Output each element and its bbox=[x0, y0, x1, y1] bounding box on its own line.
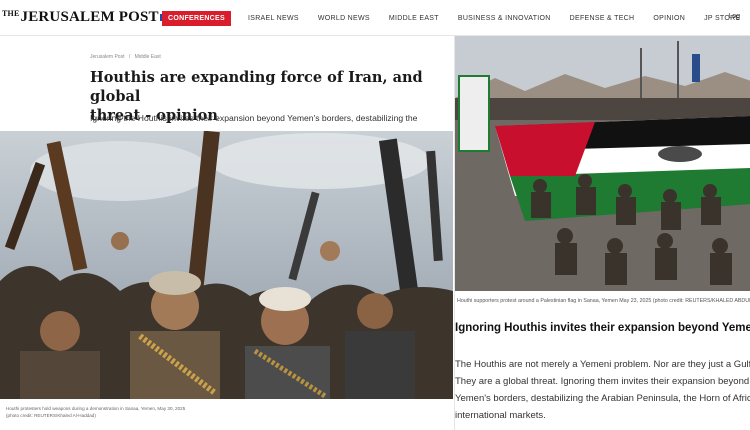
caption-line-2: (photo credit: REUTERS/Khaled Al-Haddad) bbox=[6, 413, 96, 418]
headline-line-1: Houthis are expanding force of Iran, and… bbox=[90, 69, 423, 105]
body-line-2: They are a global threat. Ignoring them … bbox=[455, 376, 750, 387]
protest-crowd-image bbox=[0, 131, 453, 399]
secondary-photo bbox=[455, 36, 750, 291]
palestinian-flag-protest-image bbox=[455, 36, 750, 291]
section-title: Ignoring Houthis invites their expansion… bbox=[455, 322, 750, 334]
nav-conferences[interactable]: CONFERENCES bbox=[162, 10, 231, 26]
nav-middle-east[interactable]: MIDDLE EAST bbox=[389, 15, 439, 22]
nav-israel-news[interactable]: ISRAEL NEWS bbox=[248, 15, 299, 22]
body-line-4: international markets. bbox=[455, 410, 546, 421]
logo-text: JERUSALEM POST bbox=[20, 9, 159, 25]
breadcrumb-home[interactable]: Jerusalem Post bbox=[90, 54, 124, 60]
nav-opinion[interactable]: OPINION bbox=[653, 15, 685, 22]
article-subhead: Ignoring the Houthis invites their expan… bbox=[90, 113, 418, 123]
breadcrumb-separator: / bbox=[128, 54, 131, 60]
breadcrumb: Jerusalem Post / Middle East bbox=[90, 54, 161, 60]
body-line-1: The Houthis are not merely a Yemeni prob… bbox=[455, 359, 750, 370]
nav-defense-tech[interactable]: DEFENSE & TECH bbox=[570, 15, 635, 22]
main-nav: CONFERENCES ISRAEL NEWS WORLD NEWS MIDDL… bbox=[162, 10, 750, 26]
site-header: THEJERUSALEM POST CONFERENCES ISRAEL NEW… bbox=[0, 0, 750, 36]
logo-prefix: THE bbox=[2, 9, 20, 18]
article-body: The Houthis are not merely a Yemeni prob… bbox=[455, 356, 750, 424]
site-logo[interactable]: THEJERUSALEM POST bbox=[2, 9, 167, 26]
left-article: Jerusalem Post / Middle East Houthis are… bbox=[0, 36, 453, 430]
right-article: Houthi supporters protest around a Pales… bbox=[454, 36, 750, 430]
body-line-3: Yemen's borders, destabilizing the Arabi… bbox=[455, 393, 750, 404]
secondary-photo-caption: Houthi supporters protest around a Pales… bbox=[457, 298, 750, 304]
photo-caption: Houthi protesters hold weapons during a … bbox=[6, 405, 446, 419]
article-hero-photo bbox=[0, 131, 453, 399]
nav-business-innovation[interactable]: BUSINESS & INNOVATION bbox=[458, 15, 551, 22]
login-link[interactable]: Log bbox=[728, 13, 740, 20]
caption-line-1: Houthi protesters hold weapons during a … bbox=[6, 406, 186, 411]
nav-world-news[interactable]: WORLD NEWS bbox=[318, 15, 370, 22]
breadcrumb-section[interactable]: Middle East bbox=[135, 54, 161, 60]
